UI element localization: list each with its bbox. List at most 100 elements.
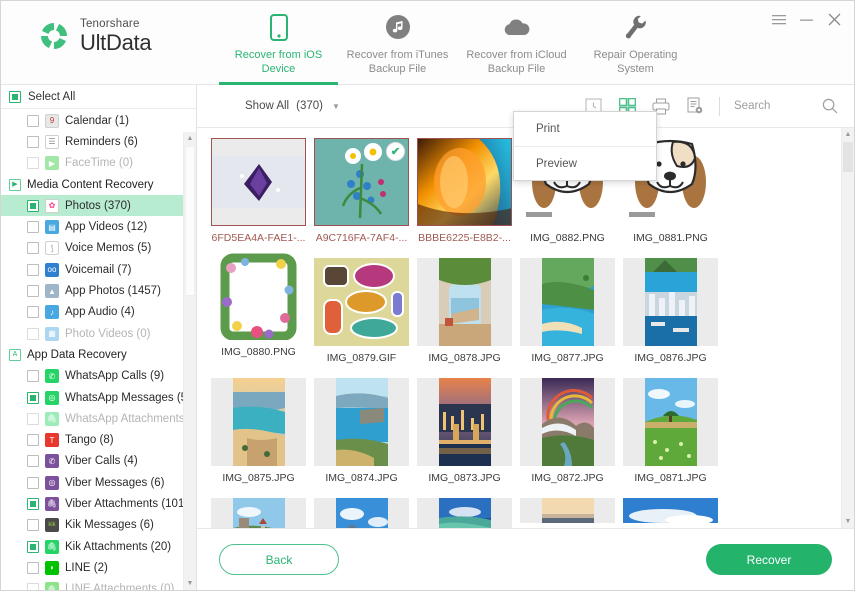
show-all-dropdown[interactable]: Show All (370) ▼ — [245, 100, 340, 112]
sidebar-item-whatsapp-messages-5[interactable]: ◎ WhatsApp Messages (5) — [1, 387, 196, 408]
photo-cell[interactable]: IMG_0873.JPG — [413, 378, 516, 492]
sidebar-item-kik-messages-6[interactable]: kik Kik Messages (6) — [1, 515, 196, 536]
sidebar-item-kik-attachments-20[interactable]: 🖇 Kik Attachments (20) — [1, 536, 196, 557]
tab-recover-from-itunes-backup-file[interactable]: Recover from iTunes Backup File — [338, 1, 457, 85]
export-settings-icon[interactable] — [685, 96, 705, 116]
sidebar-item-photo-videos-0[interactable]: ▦ Photo Videos (0) — [1, 323, 196, 344]
photo-thumbnail[interactable] — [314, 258, 409, 346]
photo-cell[interactable]: IMG_0868.JPG — [413, 498, 516, 528]
checkbox[interactable] — [27, 135, 39, 148]
expand-arrow-icon[interactable]: ▶ — [9, 178, 21, 191]
checkbox[interactable] — [27, 114, 39, 127]
selected-check-icon[interactable]: ✔ — [386, 142, 405, 161]
photo-cell[interactable]: IMG_0876.JPG — [619, 258, 722, 372]
tab-repair-operating-system[interactable]: Repair Operating System — [576, 1, 695, 85]
photo-thumbnail[interactable] — [211, 138, 306, 226]
checkbox[interactable] — [27, 497, 39, 510]
photo-thumbnail[interactable] — [623, 378, 718, 466]
sidebar-item-tango-8[interactable]: T Tango (8) — [1, 429, 196, 450]
checkbox[interactable] — [27, 199, 39, 212]
photo-cell[interactable]: IMG_0877.JPG — [516, 258, 619, 372]
sidebar-scrollbar[interactable]: ▲ ▼ — [183, 132, 196, 590]
sidebar-item-line-2[interactable]: ◗ LINE (2) — [1, 557, 196, 578]
photo-cell[interactable]: IMG_0871.JPG — [619, 378, 722, 492]
sidebar-item-whatsapp-attachments-0[interactable]: 🖇 WhatsApp Attachments (0) — [1, 408, 196, 429]
sidebar-item-line-attachments-0[interactable]: 🖇 LINE Attachments (0) — [1, 579, 196, 590]
recover-button[interactable]: Recover — [706, 544, 832, 575]
back-button[interactable]: Back — [219, 544, 339, 575]
minimize-icon[interactable] — [799, 12, 814, 27]
photo-thumbnail[interactable] — [520, 378, 615, 466]
photo-cell[interactable] — [619, 498, 722, 528]
checkbox[interactable] — [27, 285, 39, 298]
photo-thumbnail[interactable] — [314, 378, 409, 466]
photo-cell[interactable]: IMG_0869.JPG — [310, 498, 413, 528]
content-scroll-thumb[interactable] — [843, 142, 853, 172]
checkbox[interactable] — [27, 391, 39, 404]
checkbox[interactable] — [27, 519, 39, 532]
app-data-icon[interactable]: A — [9, 348, 21, 361]
print-context-menu[interactable]: Print Preview — [513, 111, 657, 181]
checkbox[interactable] — [27, 583, 39, 590]
photo-cell[interactable]: IMG_0875.JPG — [207, 378, 310, 492]
sidebar-item-facetime-0[interactable]: ▶ FaceTime (0) — [1, 153, 196, 174]
photo-thumbnail[interactable] — [417, 138, 512, 226]
sidebar-item-voicemail-7[interactable]: oo Voicemail (7) — [1, 259, 196, 280]
photo-thumbnail[interactable] — [211, 252, 306, 340]
photo-thumbnail[interactable] — [211, 498, 306, 528]
sidebar-item-voice-memos-5[interactable]: ⟆ Voice Memos (5) — [1, 238, 196, 259]
close-icon[interactable] — [827, 12, 842, 27]
photo-cell[interactable]: IMG_0870.JPG — [207, 498, 310, 528]
sidebar-item-whatsapp-calls-9[interactable]: ✆ WhatsApp Calls (9) — [1, 366, 196, 387]
sidebar-item-viber-calls-4[interactable]: ✆ Viber Calls (4) — [1, 451, 196, 472]
checkbox[interactable] — [27, 327, 39, 340]
photo-thumbnail[interactable] — [314, 498, 409, 528]
photo-cell[interactable]: IMG_0879.GIF — [310, 258, 413, 372]
checkbox[interactable] — [27, 263, 39, 276]
sidebar-item-app-audio-4[interactable]: ♪ App Audio (4) — [1, 302, 196, 323]
checkbox[interactable] — [27, 476, 39, 489]
checkbox[interactable] — [27, 455, 39, 468]
sidebar-item-calendar-1[interactable]: 9 Calendar (1) — [1, 110, 196, 131]
sidebar-item-media-content-recovery[interactable]: ▶ Media Content Recovery — [1, 174, 196, 195]
tab-recover-from-ios-device[interactable]: Recover from iOS Device — [219, 1, 338, 85]
search-icon[interactable] — [820, 96, 840, 116]
photo-thumbnail[interactable] — [520, 258, 615, 346]
select-all-row[interactable]: Select All — [1, 85, 196, 108]
checkbox[interactable] — [27, 561, 39, 574]
checkbox[interactable] — [27, 434, 39, 447]
photo-cell[interactable]: IMG_0878.JPG — [413, 258, 516, 372]
select-all-checkbox[interactable] — [9, 91, 21, 103]
photo-thumbnail[interactable] — [623, 498, 718, 523]
sidebar-scroll-thumb[interactable] — [185, 146, 195, 296]
photo-cell[interactable]: IMG_0880.PNG — [207, 252, 310, 372]
checkbox[interactable] — [27, 540, 39, 553]
scroll-up-arrow-icon[interactable]: ▲ — [184, 132, 196, 145]
photo-cell[interactable]: BBBE6225-E8B2-... — [413, 138, 516, 252]
menu-item-preview[interactable]: Preview — [514, 146, 656, 180]
checkbox[interactable] — [27, 221, 39, 234]
menu-item-print[interactable]: Print — [514, 112, 656, 146]
sidebar-item-viber-messages-6[interactable]: ◎ Viber Messages (6) — [1, 472, 196, 493]
content-scrollbar[interactable]: ▲ ▼ — [841, 128, 854, 528]
tab-recover-from-icloud-backup-file[interactable]: Recover from iCloud Backup File — [457, 1, 576, 85]
sidebar-item-reminders-6[interactable]: ☰ Reminders (6) — [1, 131, 196, 152]
photo-thumbnail[interactable] — [211, 378, 306, 466]
scroll-down-arrow-icon[interactable]: ▼ — [184, 577, 196, 590]
sidebar-item-viber-attachments-101[interactable]: 🖇 Viber Attachments (101) — [1, 493, 196, 514]
checkbox[interactable] — [27, 242, 39, 255]
search-box[interactable] — [734, 96, 840, 116]
photo-thumbnail[interactable]: ✔ — [314, 138, 409, 226]
menu-icon[interactable] — [771, 12, 786, 27]
photo-thumbnail[interactable] — [417, 258, 512, 346]
search-input[interactable] — [734, 100, 810, 112]
sidebar-item-photos-370[interactable]: ✿ Photos (370) — [1, 195, 196, 217]
photo-cell[interactable] — [516, 498, 619, 528]
photo-thumbnail[interactable] — [417, 378, 512, 466]
photo-cell[interactable]: 6FD5EA4A-FAE1-... — [207, 138, 310, 252]
content-scroll-up-icon[interactable]: ▲ — [842, 128, 854, 141]
sidebar-item-app-photos-1457[interactable]: ▲ App Photos (1457) — [1, 280, 196, 301]
photo-cell[interactable]: ✔ A9C716FA-7AF4-... — [310, 138, 413, 252]
sidebar-item-app-data-recovery[interactable]: A App Data Recovery — [1, 344, 196, 365]
photo-cell[interactable]: IMG_0872.JPG — [516, 378, 619, 492]
